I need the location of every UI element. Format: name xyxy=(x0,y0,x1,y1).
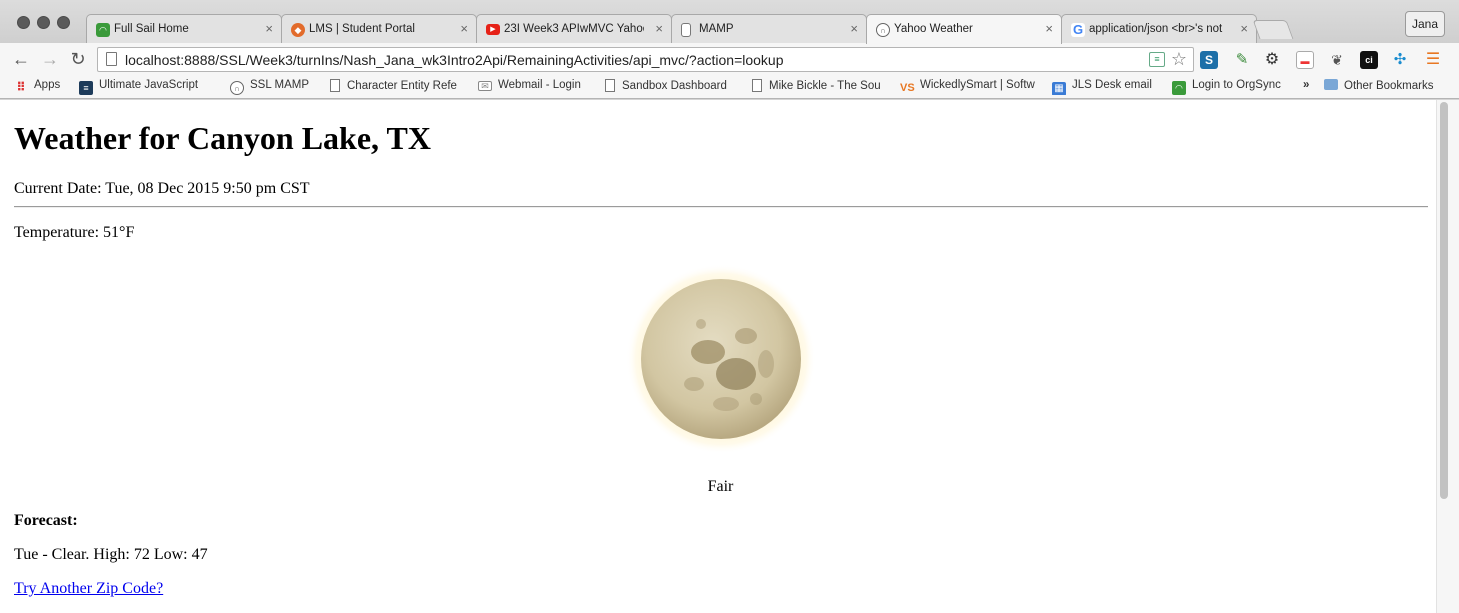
back-button[interactable]: ← xyxy=(10,49,32,69)
minimize-window-button[interactable] xyxy=(37,16,50,29)
close-tab-icon[interactable]: × xyxy=(460,21,468,36)
address-bar[interactable]: ≡ ☆ xyxy=(97,47,1194,72)
orgsync-icon: ◠ xyxy=(1172,81,1186,95)
moon-icon xyxy=(626,264,816,454)
close-tab-icon[interactable]: × xyxy=(1240,21,1248,36)
bookmark-label: Mike Bickle - The Sou xyxy=(769,80,881,92)
calendar-icon[interactable]: ▬ xyxy=(1296,51,1314,69)
s-extension-icon[interactable]: S xyxy=(1200,51,1218,69)
bookmarks-bar: ⠿ Apps ≡ Ultimate JavaScript ∩ SSL MAMP Cha… xyxy=(0,75,1459,99)
google-icon: G xyxy=(1071,22,1085,37)
current-date: Current Date: Tue, 08 Dec 2015 9:50 pm C… xyxy=(14,180,310,197)
bookmark-character-entity[interactable]: Character Entity Refe xyxy=(330,79,462,95)
scrollbar-thumb[interactable] xyxy=(1440,102,1448,499)
mail-icon: ✉ xyxy=(478,81,492,91)
bookmark-label: Login to OrgSync xyxy=(1192,79,1281,91)
bookmark-wickedlysmart[interactable]: VS WickedlySmart | Softw xyxy=(900,79,1035,95)
profile-button[interactable]: Jana xyxy=(1405,11,1445,37)
bookmark-other-bookmarks[interactable]: Other Bookmarks xyxy=(1324,79,1444,95)
bookmark-dark-icon: ≡ xyxy=(79,81,93,95)
ci-extension-icon[interactable]: ci xyxy=(1360,51,1378,69)
apps-grid-icon: ⠿ xyxy=(16,80,26,94)
page-icon xyxy=(681,23,691,37)
temperature: Temperature: 51°F xyxy=(14,224,135,241)
page-info-icon[interactable] xyxy=(106,52,117,66)
vertical-scrollbar[interactable] xyxy=(1436,100,1459,613)
bookmark-apps[interactable]: ⠿ Apps xyxy=(14,79,74,95)
tab-title: LMS | Student Portal xyxy=(309,23,415,35)
globe-icon: ∩ xyxy=(876,23,890,37)
bookmark-label: JLS Desk email xyxy=(1072,79,1152,91)
menu-icon[interactable]: ☰ xyxy=(1424,51,1442,69)
bookmark-label: Other Bookmarks xyxy=(1344,80,1434,92)
bookmark-ultimate-javascript[interactable]: ≡ Ultimate JavaScript xyxy=(79,79,209,95)
page-icon xyxy=(752,79,762,92)
forward-button[interactable]: → xyxy=(39,49,61,69)
bookmarks-overflow-button[interactable]: » xyxy=(1303,79,1317,95)
bookmark-label: Character Entity Refe xyxy=(347,80,457,92)
back-arrow-icon: ← xyxy=(12,49,30,69)
bookmark-mike-bickle[interactable]: Mike Bickle - The Sou xyxy=(752,79,884,95)
tab-youtube-week3[interactable]: ▶ 23I Week3 APIwMVC Yahoo × xyxy=(476,14,672,43)
page-icon xyxy=(330,79,340,92)
reload-button[interactable]: ↻ xyxy=(67,49,89,69)
reload-icon: ↻ xyxy=(70,49,86,69)
bookmark-webmail[interactable]: ✉ Webmail - Login xyxy=(478,79,593,95)
tab-title: MAMP xyxy=(699,23,734,35)
close-window-button[interactable] xyxy=(17,16,30,29)
network-icon[interactable]: ✣ xyxy=(1391,51,1409,69)
grid-icon: ▦ xyxy=(1052,82,1066,95)
tab-full-sail-home[interactable]: ◠ Full Sail Home × xyxy=(86,14,282,43)
weather-condition: Fair xyxy=(707,478,734,495)
new-tab-button[interactable] xyxy=(1252,20,1294,39)
forecast-text: Tue - Clear. High: 72 Low: 47 xyxy=(14,546,208,563)
lms-icon: ◆ xyxy=(291,23,305,37)
tab-strip: ◠ Full Sail Home × ◆ LMS | Student Porta… xyxy=(0,0,1459,44)
bookmark-jls-desk[interactable]: ▦ JLS Desk email xyxy=(1052,79,1162,95)
page-title: Weather for Canyon Lake, TX xyxy=(14,120,431,156)
page-content: Weather for Canyon Lake, TX Current Date… xyxy=(0,100,1459,613)
tab-title: Yahoo Weather xyxy=(894,23,973,35)
tab-lms-student-portal[interactable]: ◆ LMS | Student Portal × xyxy=(281,14,477,43)
bookmark-sandbox-dashboard[interactable]: Sandbox Dashboard xyxy=(605,79,735,95)
evernote-icon[interactable]: ❦ xyxy=(1328,51,1346,69)
ws-icon: VS xyxy=(900,82,915,94)
bookmark-label: Sandbox Dashboard xyxy=(622,80,727,92)
url-input[interactable] xyxy=(125,50,1135,69)
youtube-icon: ▶ xyxy=(486,24,500,35)
rss-icon[interactable]: ≡ xyxy=(1149,52,1165,67)
globe-icon: ∩ xyxy=(230,81,244,95)
bookmark-label: SSL MAMP xyxy=(250,79,310,91)
bookmark-orgsync[interactable]: ◠ Login to OrgSync xyxy=(1172,79,1292,95)
fullsail-icon: ◠ xyxy=(96,23,110,37)
page-icon xyxy=(605,79,615,92)
bookmark-label: Apps xyxy=(34,79,61,91)
close-tab-icon[interactable]: × xyxy=(850,21,858,36)
try-another-zip-link[interactable]: Try Another Zip Code? xyxy=(14,580,163,598)
bookmark-ssl-mamp[interactable]: ∩ SSL MAMP xyxy=(230,79,315,95)
close-tab-icon[interactable]: × xyxy=(655,21,663,36)
tab-yahoo-weather[interactable]: ∩ Yahoo Weather × xyxy=(866,14,1062,44)
tab-title: 23I Week3 APIwMVC Yahoo xyxy=(504,23,644,35)
tab-google-search[interactable]: G application/json <br>'s not × xyxy=(1061,14,1257,43)
bookmark-star-icon[interactable]: ☆ xyxy=(1171,49,1187,70)
forward-arrow-icon: → xyxy=(41,49,59,69)
bookmark-label: Ultimate JavaScript xyxy=(99,79,199,91)
forecast-label: Forecast: xyxy=(14,512,78,529)
tab-title: Full Sail Home xyxy=(114,23,189,35)
tab-mamp[interactable]: MAMP × xyxy=(671,14,867,43)
zoom-window-button[interactable] xyxy=(57,16,70,29)
close-tab-icon[interactable]: × xyxy=(265,21,273,36)
tab-title: application/json <br>'s not xyxy=(1089,23,1223,35)
divider xyxy=(14,206,1428,208)
close-tab-icon[interactable]: × xyxy=(1045,21,1053,36)
bookmark-label: WickedlySmart | Softw xyxy=(920,79,1035,91)
bookmark-label: Webmail - Login xyxy=(498,79,581,91)
eyedropper-icon[interactable]: ✎ xyxy=(1233,51,1251,69)
toolbar: ← → ↻ ≡ ☆ S ✎ ⚙ ▬ ❦ ci ✣ ☰ xyxy=(0,43,1459,75)
gear-icon[interactable]: ⚙ xyxy=(1263,51,1281,69)
folder-icon xyxy=(1324,79,1338,90)
